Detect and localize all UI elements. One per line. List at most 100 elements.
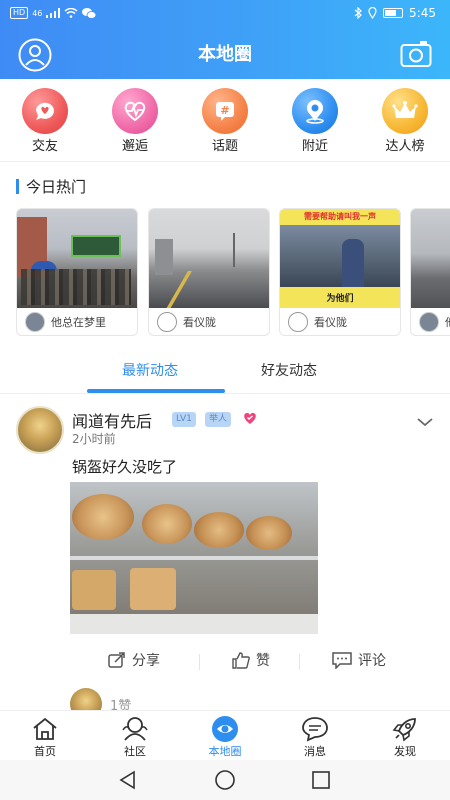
hot-card-banner: 需要帮助请叫我一声 bbox=[304, 212, 376, 221]
nav-home[interactable]: 首页 bbox=[0, 711, 90, 761]
category-label: 交友 bbox=[31, 139, 58, 154]
action-separator bbox=[199, 654, 200, 670]
bread-block-1 bbox=[72, 570, 116, 610]
chevron-down-icon[interactable] bbox=[416, 416, 434, 428]
photo-scene bbox=[280, 225, 400, 287]
category-label: 邂逅 bbox=[121, 139, 148, 154]
home-icon bbox=[30, 715, 60, 743]
feed-tabs: 最新动态 好友动态 bbox=[0, 352, 450, 394]
network-type: HD bbox=[10, 7, 29, 19]
app-screen: HD 46 5:45 本地圈 交友 邂逅 # 话题 附近 达人榜 今日热门 他总… bbox=[0, 0, 450, 800]
page-title: 本地圈 bbox=[198, 44, 252, 65]
hot-card-user: 他 bbox=[445, 314, 450, 330]
section-divider bbox=[0, 161, 450, 162]
hot-card[interactable]: 他 bbox=[410, 208, 450, 336]
nav-local-circle[interactable]: 本地圈 bbox=[180, 711, 270, 761]
flatbread-3 bbox=[194, 512, 244, 548]
flatbread-4 bbox=[246, 516, 292, 550]
crowd-shape bbox=[21, 269, 131, 305]
flatbread-1 bbox=[72, 494, 134, 540]
user-avatar bbox=[419, 312, 439, 332]
thumbs-up-icon bbox=[232, 651, 250, 669]
author-avatar[interactable] bbox=[16, 406, 64, 454]
hot-card-image: 需要帮助请叫我一声 为他们 bbox=[280, 209, 400, 308]
recents-square-icon[interactable] bbox=[310, 769, 332, 791]
role-badge: 举人 bbox=[205, 412, 232, 427]
status-bar: HD 46 5:45 bbox=[0, 0, 450, 28]
wifi-icon bbox=[64, 8, 78, 18]
hot-card-user: 看仪陇 bbox=[314, 316, 347, 329]
system-navigation-bar bbox=[0, 760, 450, 800]
share-button[interactable]: 分享 bbox=[108, 650, 160, 670]
status-left: HD 46 bbox=[10, 7, 97, 19]
hot-card[interactable]: 他总在梦里 bbox=[16, 208, 138, 336]
hot-card-user: 他总在梦里 bbox=[51, 316, 106, 329]
user-avatar bbox=[288, 312, 308, 332]
location-icon bbox=[368, 7, 377, 19]
post-actions: 分享 赞 评论 bbox=[0, 650, 450, 674]
level-badge: LV1 bbox=[172, 412, 196, 427]
battery-icon bbox=[383, 8, 404, 18]
hot-card-meta: 他 bbox=[411, 308, 450, 335]
hot-today-heading: 今日热门 bbox=[16, 176, 86, 196]
post-time: 2小时前 bbox=[72, 432, 116, 446]
hot-today-carousel[interactable]: 他总在梦里 看仪陇 需要帮助请叫我一声 为他们 看仪陇 bbox=[16, 208, 450, 338]
tab-friends[interactable]: 好友动态 bbox=[261, 360, 317, 380]
post-image[interactable] bbox=[70, 482, 318, 634]
nav-discover[interactable]: 发现 bbox=[360, 711, 450, 761]
table-surface bbox=[70, 614, 318, 634]
category-dating[interactable]: 交友 bbox=[0, 79, 90, 161]
post-text: 锅盔好久没吃了 bbox=[72, 458, 178, 476]
category-topic[interactable]: # 话题 bbox=[180, 79, 270, 161]
hashtag-icon: # bbox=[202, 88, 248, 134]
category-ranking[interactable]: 达人榜 bbox=[360, 79, 450, 161]
hot-card-caption: 为他们 bbox=[326, 294, 354, 304]
shelf-rail bbox=[70, 556, 318, 560]
like-button[interactable]: 赞 bbox=[232, 650, 270, 670]
heartbeat-icon bbox=[112, 88, 158, 134]
storefront-shape bbox=[71, 235, 121, 257]
author-name[interactable]: 闻道有先后 bbox=[72, 408, 152, 432]
hot-card-image bbox=[411, 209, 450, 308]
like-label: 赞 bbox=[256, 653, 270, 669]
share-label: 分享 bbox=[132, 653, 160, 669]
wechat-icon bbox=[82, 7, 97, 19]
hot-card-meta: 他总在梦里 bbox=[17, 308, 137, 335]
nav-label: 消息 bbox=[304, 745, 326, 758]
category-nearby[interactable]: 附近 bbox=[270, 79, 360, 161]
category-encounter[interactable]: 邂逅 bbox=[90, 79, 180, 161]
rocket-icon bbox=[390, 715, 420, 743]
road-line bbox=[166, 271, 192, 308]
nav-label: 社区 bbox=[124, 745, 146, 758]
category-label: 附近 bbox=[301, 139, 328, 154]
flatbread-2 bbox=[142, 504, 192, 544]
comment-icon bbox=[332, 651, 352, 669]
status-right: 5:45 bbox=[354, 6, 436, 20]
bread-block-2 bbox=[130, 568, 176, 610]
signal-type: 46 bbox=[32, 8, 43, 18]
camera-button[interactable] bbox=[400, 40, 432, 68]
community-icon bbox=[120, 715, 150, 743]
app-header: HD 46 5:45 本地圈 bbox=[0, 0, 450, 79]
hot-today-title: 今日热门 bbox=[26, 177, 87, 196]
location-pin-icon bbox=[292, 88, 338, 134]
tab-latest[interactable]: 最新动态 bbox=[122, 360, 178, 380]
signal-icon bbox=[46, 8, 61, 18]
local-circle-icon bbox=[210, 715, 240, 743]
heading-accent-bar bbox=[16, 178, 19, 194]
hot-card[interactable]: 需要帮助请叫我一声 为他们 看仪陇 bbox=[279, 208, 401, 336]
hot-card[interactable]: 看仪陇 bbox=[148, 208, 270, 336]
action-separator bbox=[299, 654, 300, 670]
nav-messages[interactable]: 消息 bbox=[270, 711, 360, 761]
comment-button[interactable]: 评论 bbox=[332, 650, 386, 670]
hot-card-meta: 看仪陇 bbox=[280, 308, 400, 335]
clock: 5:45 bbox=[409, 6, 436, 20]
nav-community[interactable]: 社区 bbox=[90, 711, 180, 761]
police-figure bbox=[342, 239, 364, 287]
bluetooth-icon bbox=[354, 7, 362, 19]
crown-icon bbox=[382, 88, 428, 134]
home-circle-icon[interactable] bbox=[214, 769, 236, 791]
heart-icon bbox=[244, 412, 256, 424]
share-icon bbox=[108, 652, 125, 668]
back-triangle-icon[interactable] bbox=[117, 769, 139, 791]
